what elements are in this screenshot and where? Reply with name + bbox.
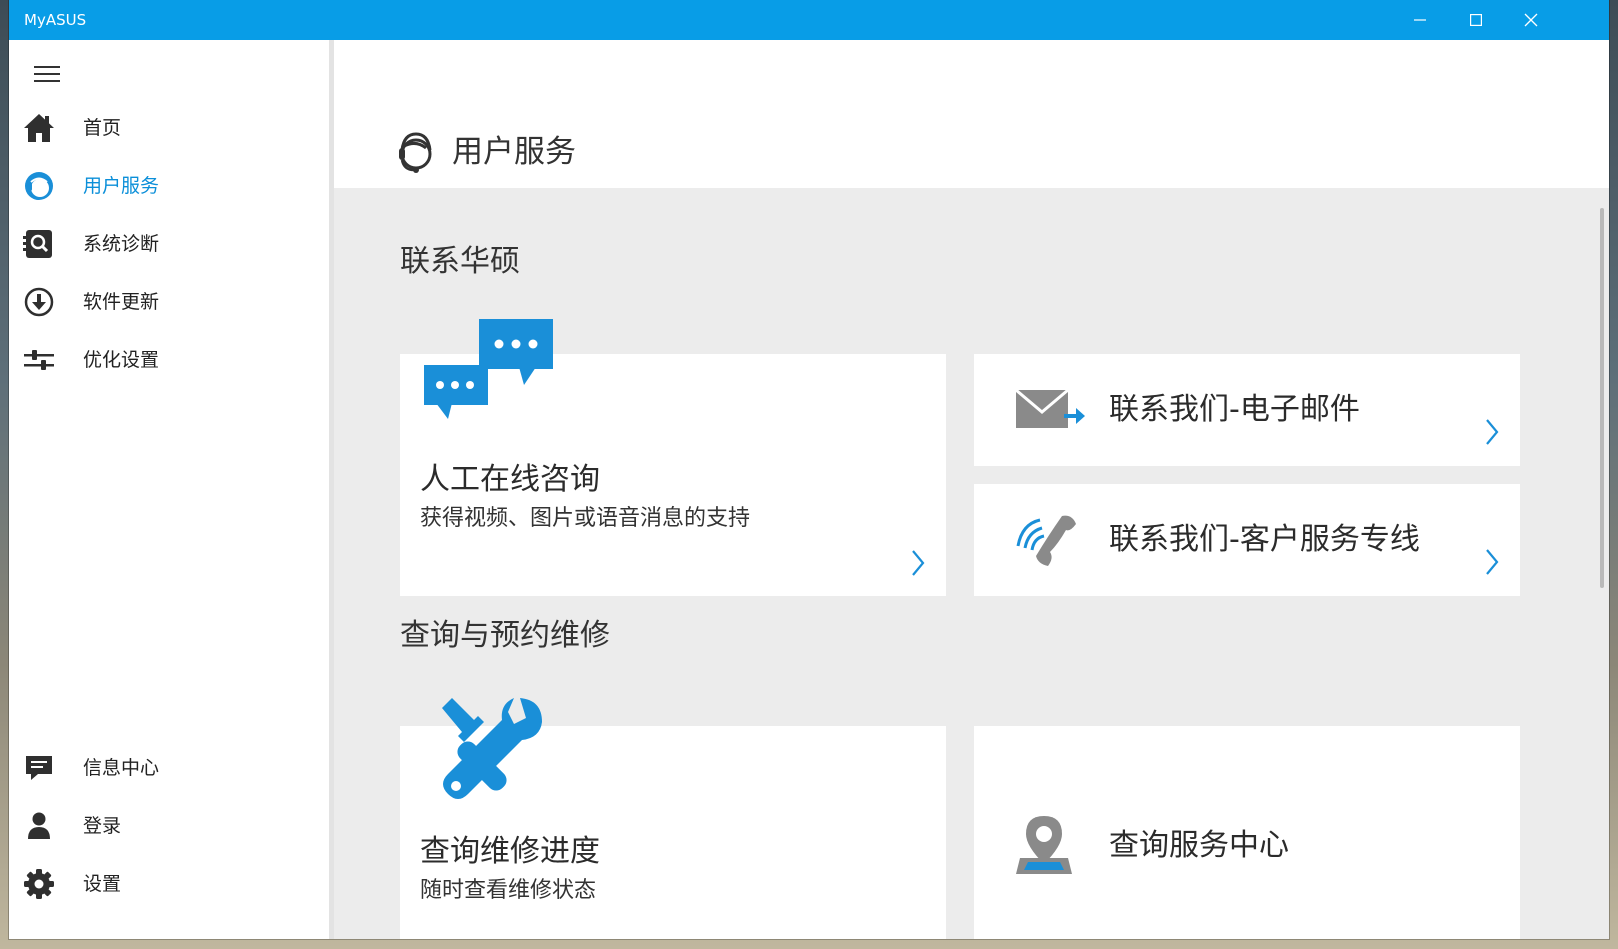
email-arrow-icon [1015, 388, 1085, 428]
close-icon [1524, 13, 1538, 27]
hamburger-menu-button[interactable] [21, 54, 73, 94]
minimize-icon [1414, 19, 1426, 21]
sidebar: 首页 用户服务 系统诊断 软件更新 优化设置 信息中心 登录 设置 [9, 40, 329, 939]
sliders-icon [21, 342, 57, 378]
sidebar-item-label: 优化设置 [83, 349, 160, 371]
card-contact-email[interactable]: 联系我们-电子邮件 [974, 354, 1520, 466]
page-title: 用户服务 [452, 134, 576, 170]
sidebar-item-home[interactable]: 首页 [9, 102, 329, 154]
app-title: MyASUS [24, 11, 87, 29]
sidebar-item-software-update[interactable]: 软件更新 [9, 276, 329, 328]
card-title: 联系我们-客户服务专线 [1109, 522, 1420, 557]
sidebar-item-optimization[interactable]: 优化设置 [9, 334, 329, 386]
card-title: 人工在线咨询 [420, 462, 600, 497]
minimize-button[interactable] [1392, 0, 1448, 40]
card-title: 联系我们-电子邮件 [1109, 392, 1360, 427]
card-title: 查询维修进度 [420, 834, 600, 869]
user-icon [21, 808, 57, 844]
maximize-button[interactable] [1448, 0, 1504, 40]
sidebar-item-diagnosis[interactable]: 系统诊断 [9, 218, 329, 270]
repair-tools-icon [442, 698, 542, 799]
message-icon [21, 750, 57, 786]
sidebar-item-message-center[interactable]: 信息中心 [9, 742, 329, 794]
close-button[interactable] [1503, 0, 1559, 40]
sidebar-item-settings[interactable]: 设置 [9, 858, 329, 910]
chat-bubbles-icon [424, 319, 553, 419]
sidebar-item-label: 信息中心 [83, 757, 160, 779]
card-subtitle: 随时查看维修状态 [420, 878, 597, 903]
sidebar-item-label: 设置 [83, 873, 122, 895]
title-bar: MyASUS [9, 0, 1609, 40]
sidebar-item-login[interactable]: 登录 [9, 800, 329, 852]
chevron-right-icon [912, 550, 925, 576]
card-contact-hotline[interactable]: 联系我们-客户服务专线 [974, 484, 1520, 596]
app-window: MyASUS 首页 用户服务 系统诊断 软件更新 优化设置 信息中心 登录 设置… [9, 0, 1609, 939]
gear-icon [21, 866, 57, 902]
card-title: 查询服务中心 [1109, 828, 1289, 863]
sidebar-item-label: 登录 [83, 815, 122, 837]
map-pin-icon [1016, 816, 1072, 874]
sidebar-item-label: 系统诊断 [83, 233, 160, 255]
sidebar-item-label: 首页 [83, 117, 122, 139]
card-service-center[interactable]: 查询服务中心 [974, 726, 1520, 939]
section-title-repair: 查询与预约维修 [400, 618, 610, 653]
scrollbar-thumb[interactable] [1600, 208, 1604, 588]
sidebar-item-label: 软件更新 [83, 291, 160, 313]
headset-icon [399, 132, 432, 173]
download-circle-icon [21, 284, 57, 320]
home-icon [21, 110, 57, 146]
maximize-icon [1470, 14, 1482, 26]
hamburger-menu-icon [34, 66, 60, 82]
sidebar-item-label: 用户服务 [83, 175, 160, 197]
phone-signal-icon [1016, 515, 1076, 566]
section-title-contact: 联系华硕 [400, 244, 520, 279]
page-header: 用户服务 [334, 40, 1609, 188]
chevron-right-icon [1486, 419, 1499, 445]
chevron-right-icon [1486, 549, 1499, 575]
card-subtitle: 获得视频、图片或语音消息的支持 [420, 506, 751, 531]
diagnosis-magnifier-icon [21, 226, 57, 262]
customer-service-headset-icon [21, 168, 57, 204]
sidebar-item-customer-service[interactable]: 用户服务 [9, 160, 329, 212]
main-content: 用户服务 联系华硕 人工在线咨询 获得视频、图片或语音消息的支持 联系我们-电子… [334, 40, 1609, 939]
